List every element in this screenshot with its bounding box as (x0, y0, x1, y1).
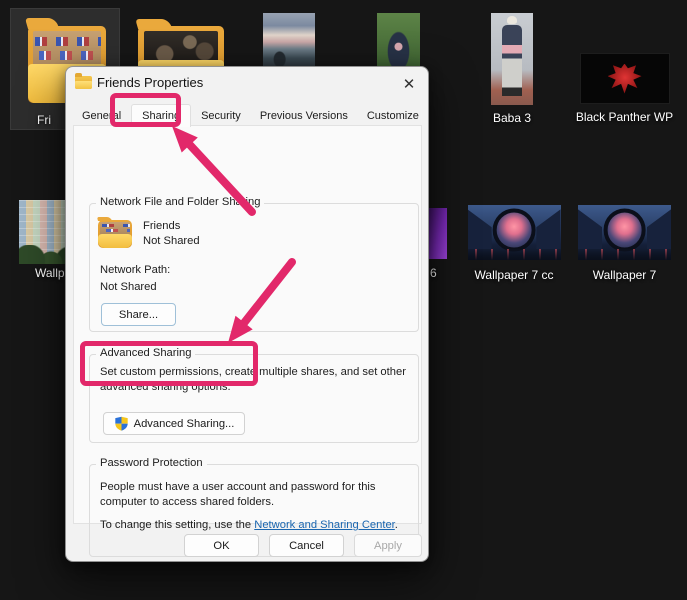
desktop-item-black-panther[interactable]: Black Panther WP (574, 53, 675, 124)
desktop-item-photo-mountain[interactable] (263, 13, 315, 71)
advanced-sharing-desc-line1: Set custom permissions, create multiple … (100, 366, 406, 378)
ok-button[interactable]: OK (184, 534, 259, 557)
titlebar-folder-icon (75, 76, 92, 89)
advanced-sharing-legend: Advanced Sharing (96, 347, 195, 359)
desktop-label-wallpaper-left: Wallp (35, 266, 65, 280)
desktop-label-black-panther: Black Panther WP (576, 110, 673, 124)
password-change-line: To change this setting, use the Network … (100, 519, 398, 531)
advanced-sharing-group: Advanced Sharing Set custom permissions,… (89, 354, 419, 443)
baba3-thumbnail (491, 13, 533, 105)
password-text-line1: People must have a user account and pass… (100, 481, 376, 493)
advanced-sharing-button-label: Advanced Sharing... (134, 418, 235, 430)
network-sharing-center-link[interactable]: Network and Sharing Center (254, 519, 395, 531)
tab-strip: General Sharing Security Previous Versio… (73, 103, 429, 126)
desktop-item-wallpaper-7[interactable]: Wallpaper 7 (567, 205, 682, 282)
password-protection-legend: Password Protection (96, 457, 207, 469)
wallpaper7-thumbnail (578, 205, 671, 260)
friends-properties-dialog: Friends Properties ✕ General Sharing Sec… (65, 66, 429, 562)
cancel-button[interactable]: Cancel (269, 534, 344, 557)
network-path-label: Network Path: (100, 264, 170, 276)
advanced-sharing-desc-line2: advanced sharing options. (100, 381, 231, 393)
close-button[interactable]: ✕ (396, 72, 422, 95)
tab-sharing[interactable]: Sharing (131, 104, 191, 127)
tab-previous-versions[interactable]: Previous Versions (251, 106, 357, 126)
black-panther-thumbnail (580, 53, 670, 104)
password-change-suffix: . (395, 519, 398, 531)
network-sharing-legend: Network File and Folder Sharing (96, 196, 264, 208)
network-sharing-group: Network File and Folder Sharing Friends … (89, 203, 419, 332)
dialog-title: Friends Properties (97, 75, 203, 90)
share-button[interactable]: Share... (101, 303, 176, 326)
shared-folder-icon (98, 217, 132, 249)
desktop-label-wallpaper-7: Wallpaper 7 (593, 268, 657, 282)
desktop-label-wallpaper-7cc: Wallpaper 7 cc (475, 268, 554, 282)
desktop-item-photo-man[interactable] (377, 13, 420, 71)
folder-status-text: Not Shared (143, 235, 200, 247)
apply-button[interactable]: Apply (354, 534, 422, 557)
desktop-label-wallpaper-6: 6 (430, 266, 437, 280)
wallpaper7cc-thumbnail (468, 205, 561, 260)
tab-customize[interactable]: Customize (358, 106, 428, 126)
panther-emblem-icon (608, 64, 642, 94)
password-change-prefix: To change this setting, use the (100, 519, 254, 531)
uac-shield-icon (114, 416, 129, 431)
sharing-tab-page: Network File and Folder Sharing Friends … (73, 125, 422, 524)
desktop-label-friends: Fri (37, 113, 51, 127)
desktop-item-wallpaper-7cc[interactable]: Wallpaper 7 cc (455, 205, 573, 282)
network-path-value: Not Shared (100, 281, 157, 293)
folder-name-text: Friends (143, 220, 180, 232)
desktop-item-baba3[interactable]: Baba 3 (468, 13, 556, 125)
password-text-line2: computer to access shared folders. (100, 496, 274, 508)
tab-security[interactable]: Security (192, 106, 250, 126)
advanced-sharing-button[interactable]: Advanced Sharing... (103, 412, 245, 435)
desktop-label-baba3: Baba 3 (493, 111, 531, 125)
desktop-item-wallpaper-6[interactable] (429, 208, 447, 259)
close-icon: ✕ (403, 75, 416, 93)
tab-general[interactable]: General (73, 106, 130, 126)
